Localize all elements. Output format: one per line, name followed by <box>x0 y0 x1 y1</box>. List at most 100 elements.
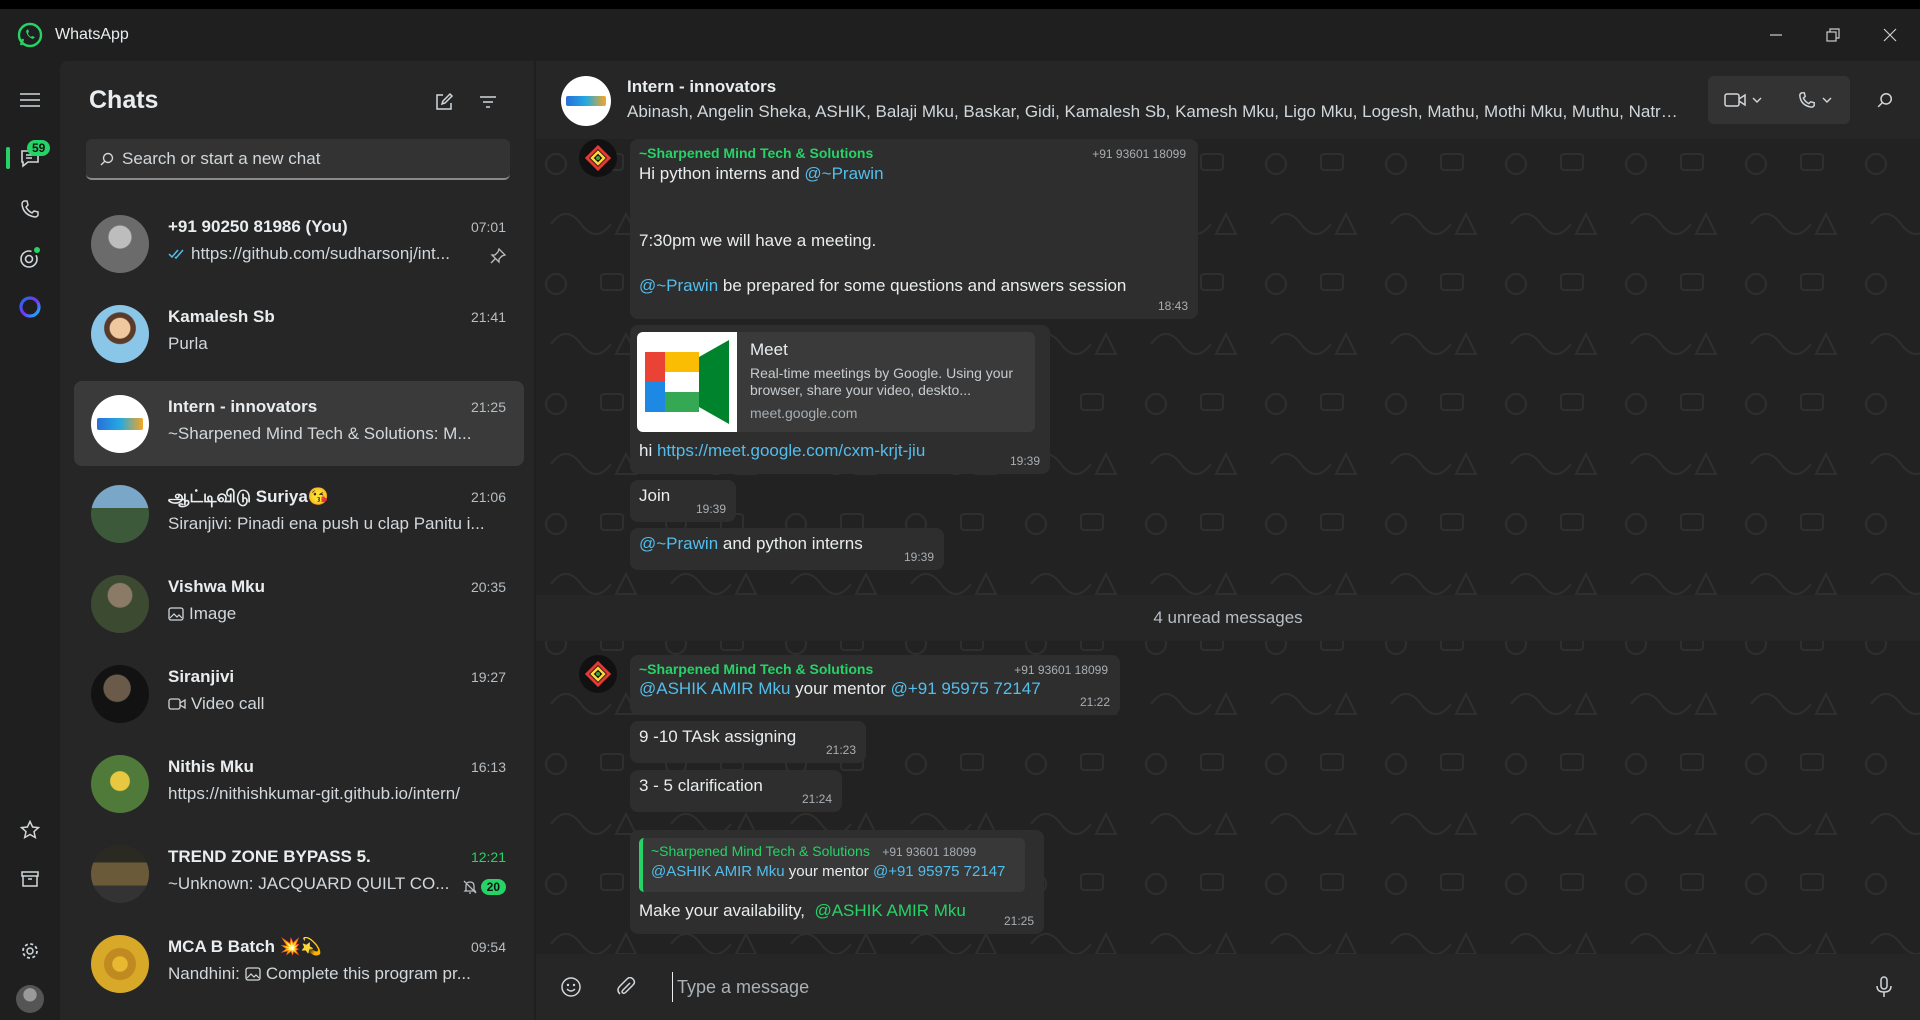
search-box[interactable] <box>86 139 510 180</box>
message-bubble[interactable]: @~Prawin and python interns 19:39 <box>630 528 944 570</box>
sender-avatar <box>579 139 617 177</box>
starred-button[interactable] <box>14 814 46 846</box>
video-call-button[interactable] <box>1708 76 1778 124</box>
calls-nav-button[interactable] <box>14 193 46 225</box>
chat-row-siranjivi[interactable]: Siranjivi 19:27 Video call <box>74 651 524 736</box>
quoted-message[interactable]: ~Sharpened Mind Tech & Solutions +91 936… <box>639 838 1025 892</box>
chat-name: Intern - innovators <box>168 397 318 416</box>
mention-link[interactable]: @+91 95975 72147 <box>891 679 1041 698</box>
paperclip-icon <box>617 977 636 995</box>
chat-preview: https://github.com/sudharsonj/int... <box>168 244 450 264</box>
quoted-phone: +91 93601 18099 <box>882 845 977 859</box>
chat-preview: Nandhini: Complete this program pr... <box>168 964 471 984</box>
avatar <box>91 665 149 723</box>
chat-preview: Image <box>168 604 236 624</box>
chat-row-trend-zone[interactable]: TREND ZONE BYPASS 5. 12:21 ~Unknown: JAC… <box>74 831 524 916</box>
meta-ai-button[interactable] <box>14 291 46 323</box>
chat-time: 16:13 <box>470 759 506 775</box>
message-bubble[interactable]: ~Sharpened Mind Tech & Solutions +91 936… <box>630 655 1120 715</box>
filter-button[interactable] <box>471 85 505 119</box>
chat-name: ஆட்டிவிடு Suriya😘 <box>168 487 329 506</box>
avatar <box>91 575 149 633</box>
menu-button[interactable] <box>14 84 46 116</box>
emoji-icon <box>561 977 581 997</box>
chat-row-mca-b-batch[interactable]: MCA B Batch 💥💫 09:54 Nandhini: Complete … <box>74 921 524 1006</box>
emoji-button[interactable] <box>555 971 587 1003</box>
group-logo-icon <box>566 96 606 106</box>
hamburger-icon <box>20 93 40 107</box>
muted-icon <box>463 880 477 894</box>
chat-header[interactable]: Intern - innovators Abinash, Angelin She… <box>536 61 1920 139</box>
mention-link[interactable]: @~Prawin <box>639 534 718 553</box>
chat-panel: Intern - innovators Abinash, Angelin She… <box>536 61 1920 1020</box>
avatar <box>91 485 149 543</box>
message-text: and python interns <box>718 534 863 553</box>
gear-icon <box>22 943 38 959</box>
sender-phone: +91 93601 18099 <box>1092 147 1186 161</box>
mention-link: @+91 95975 72147 <box>872 863 1006 880</box>
mention-link[interactable]: @~Prawin <box>639 276 718 295</box>
message-time: 21:25 <box>1003 914 1034 928</box>
filter-icon <box>480 96 496 108</box>
chat-row-nithis[interactable]: Nithis Mku 16:13 https://nithishkumar-gi… <box>74 741 524 826</box>
avatar <box>91 395 149 453</box>
settings-button[interactable] <box>14 935 46 967</box>
attach-button[interactable] <box>610 971 642 1003</box>
phone-icon <box>21 200 39 218</box>
chat-row-vishwa[interactable]: Vishwa Mku 20:35 Image <box>74 561 524 646</box>
chat-row-self[interactable]: +91 90250 81986 (You) 07:01 https://gith… <box>74 201 524 286</box>
message-text: Hi python interns and <box>639 164 805 183</box>
sender-phone: +91 93601 18099 <box>1014 663 1108 677</box>
chat-time: 19:27 <box>470 669 506 685</box>
chat-time: 12:21 <box>470 849 506 865</box>
close-button[interactable] <box>1862 9 1918 61</box>
chat-preview-text: https://github.com/sudharsonj/int... <box>191 244 450 263</box>
chat-time: 21:25 <box>470 399 506 415</box>
chat-time: 21:06 <box>470 489 506 505</box>
mention-link[interactable]: @ASHIK AMIR Mku <box>814 901 965 920</box>
link-preview-card[interactable]: Meet Real-time meetings by Google. Using… <box>637 332 1035 432</box>
link-domain: meet.google.com <box>750 405 858 421</box>
nav-rail: 59 <box>0 61 60 1020</box>
message-area[interactable]: ~Sharpened Mind Tech & Solutions +91 936… <box>536 139 1920 954</box>
message-input[interactable] <box>672 972 1792 1002</box>
chat-row-intern-innovators[interactable]: Intern - innovators 21:25 ~Sharpened Min… <box>74 381 524 466</box>
link-description: Real-time meetings by Google. Using your… <box>750 365 1014 398</box>
chat-preview-text: Siranjivi: Pinadi ena push u clap Panitu… <box>168 514 485 533</box>
message-text: hi <box>639 441 657 460</box>
chat-row-suriya[interactable]: ஆட்டிவிடு Suriya😘 21:06 Siranjivi: Pinad… <box>74 471 524 556</box>
voice-message-button[interactable] <box>1868 971 1900 1003</box>
meet-link[interactable]: https://meet.google.com/cxm-krjt-jiu <box>657 441 925 460</box>
archived-button[interactable] <box>14 863 46 895</box>
profile-button[interactable] <box>14 983 46 1015</box>
mention-link[interactable]: @~Prawin <box>804 164 883 183</box>
chevron-down-icon <box>1752 97 1762 103</box>
mention-link[interactable]: @ASHIK AMIR Mku <box>639 679 790 698</box>
chat-name: MCA B Batch 💥💫 <box>168 937 323 956</box>
message-bubble-reply[interactable]: ~Sharpened Mind Tech & Solutions +91 936… <box>630 830 1044 934</box>
search-input[interactable] <box>122 148 492 169</box>
minimize-button[interactable] <box>1748 9 1804 61</box>
chat-preview-text: ~Sharpened Mind Tech & Solutions: M... <box>168 424 472 443</box>
chat-row-kamalesh[interactable]: Kamalesh Sb 21:41 Purla <box>74 291 524 376</box>
new-chat-button[interactable] <box>427 85 461 119</box>
chat-preview: Video call <box>168 694 264 714</box>
message-time: 21:23 <box>825 743 856 757</box>
restore-button[interactable] <box>1805 9 1861 61</box>
google-meet-logo-icon <box>637 332 737 432</box>
message-bubble-link[interactable]: Meet Real-time meetings by Google. Using… <box>630 325 1050 474</box>
microphone-icon <box>1876 976 1892 997</box>
chat-name: TREND ZONE BYPASS 5. <box>168 847 371 866</box>
pin-icon <box>490 248 506 264</box>
message-bubble[interactable]: ~Sharpened Mind Tech & Solutions +91 936… <box>630 139 1198 319</box>
message-bubble[interactable]: Join 19:39 <box>630 480 736 522</box>
chat-time: 20:35 <box>470 579 506 595</box>
message-text: be prepared for some questions and answe… <box>718 276 1127 295</box>
message-bubble[interactable]: 9 -10 TAsk assigning 21:23 <box>630 721 866 763</box>
unread-label: 4 unread messages <box>1153 608 1303 627</box>
voice-call-button[interactable] <box>1780 76 1850 124</box>
status-nav-button[interactable] <box>14 242 46 274</box>
message-bubble[interactable]: 3 - 5 clarification 21:24 <box>630 770 842 812</box>
chat-preview: ~Unknown: JACQUARD QUILT CO... <box>168 874 449 894</box>
search-chat-button[interactable] <box>1868 83 1902 117</box>
